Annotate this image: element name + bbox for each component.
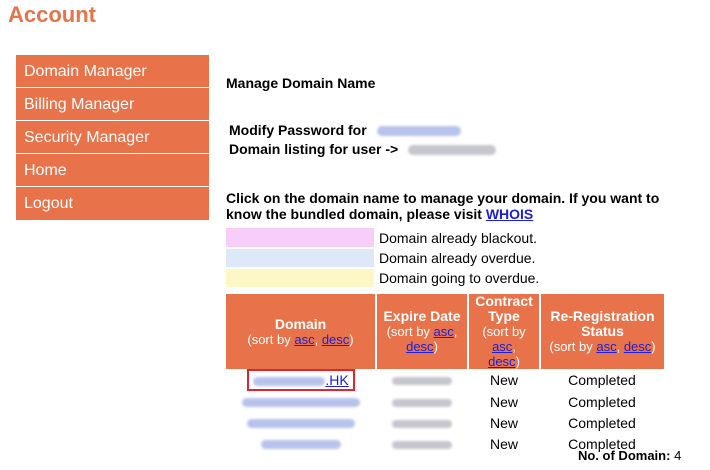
legend-swatch-blackout <box>226 228 374 249</box>
domain-count-value: 4 <box>674 448 682 463</box>
expire-cell <box>376 433 468 454</box>
redacted-date <box>392 440 452 449</box>
whois-link[interactable]: WHOIS <box>486 206 533 222</box>
domain-link[interactable] <box>261 436 341 452</box>
sidebar-item-logout[interactable]: Logout <box>16 187 209 220</box>
expire-cell <box>376 412 468 433</box>
header-domain: Domain (sort by asc, desc) <box>226 294 377 369</box>
redacted-domain-name <box>242 398 360 408</box>
expire-cell <box>376 391 468 412</box>
table-row: New Completed <box>226 412 664 433</box>
page-title: Account <box>8 2 96 27</box>
header-rereg-status: Re-Registration Status (sort by asc, des… <box>540 294 664 369</box>
status-cell: Completed <box>568 393 636 410</box>
status-legend: Domain already blackout. Domain already … <box>226 228 539 289</box>
status-cell: Completed <box>568 372 636 388</box>
sort-domain-desc-link[interactable]: desc <box>322 332 349 347</box>
sort-contract-asc-link[interactable]: asc <box>492 339 512 354</box>
domain-cell <box>226 391 376 412</box>
section-heading: Manage Domain Name <box>226 75 376 91</box>
redacted-username <box>376 126 461 137</box>
redacted-username <box>408 145 497 156</box>
redacted-date <box>392 377 452 386</box>
legend-swatch-overdue <box>226 248 374 269</box>
contract-cell: New <box>489 414 518 431</box>
modify-password-label: Modify Password for <box>229 122 367 138</box>
sort-rereg-asc-link[interactable]: asc <box>596 339 616 354</box>
redacted-date <box>392 398 452 407</box>
sort-expire-desc-link[interactable]: desc <box>406 339 433 354</box>
domain-link[interactable] <box>247 415 355 431</box>
legend-text: Domain already overdue. <box>379 250 536 266</box>
modify-password-line: Modify Password for <box>229 122 461 138</box>
legend-text: Domain already blackout. <box>379 230 537 246</box>
sidebar-item-billing-manager[interactable]: Billing Manager <box>16 88 209 121</box>
table-row: .HK New Completed <box>226 369 664 391</box>
sort-contract-desc-link[interactable]: desc <box>488 354 515 369</box>
header-expire-date: Expire Date (sort by asc, desc) <box>376 294 469 369</box>
header-contract-type: Contract Type (sort by asc, desc) <box>468 294 541 369</box>
sidebar-item-security-manager[interactable]: Security Manager <box>16 121 209 154</box>
domain-count: No. of Domain: 4 <box>578 448 681 463</box>
domain-cell: .HK <box>226 369 376 391</box>
domain-table: Domain (sort by asc, desc) Expire Date (… <box>226 294 664 454</box>
domain-cell <box>226 433 376 454</box>
redacted-date <box>392 419 452 428</box>
sort-rereg-desc-link[interactable]: desc <box>624 339 651 354</box>
legend-text: Domain going to overdue. <box>379 270 540 286</box>
sort-domain-asc-link[interactable]: asc <box>294 332 314 347</box>
domain-count-label: No. of Domain: <box>578 448 671 463</box>
contract-cell: New <box>489 372 518 388</box>
table-header-row: Domain (sort by asc, desc) Expire Date (… <box>226 294 664 369</box>
redacted-domain-name <box>247 419 355 429</box>
expire-cell <box>376 369 468 391</box>
sidebar-item-home[interactable]: Home <box>16 154 209 187</box>
domain-link[interactable]: .HK <box>253 372 349 388</box>
legend-swatch-going-overdue <box>226 268 374 289</box>
domain-listing-line: Domain listing for user -> <box>229 141 497 157</box>
contract-cell: New <box>489 435 518 452</box>
table-row: New Completed <box>226 391 664 412</box>
sidebar-nav: Domain Manager Billing Manager Security … <box>16 55 209 220</box>
domain-listing-label: Domain listing for user -> <box>229 141 399 157</box>
sidebar-item-domain-manager[interactable]: Domain Manager <box>16 55 209 88</box>
instructions-text: Click on the domain name to manage your … <box>226 190 660 222</box>
status-cell: Completed <box>568 414 636 431</box>
highlighted-domain-box: .HK <box>247 369 355 391</box>
redacted-domain-name <box>253 376 326 386</box>
sort-expire-asc-link[interactable]: asc <box>434 324 454 339</box>
redacted-domain-name <box>261 440 341 450</box>
domain-cell <box>226 412 376 433</box>
domain-link[interactable] <box>242 394 360 410</box>
contract-cell: New <box>489 393 518 410</box>
